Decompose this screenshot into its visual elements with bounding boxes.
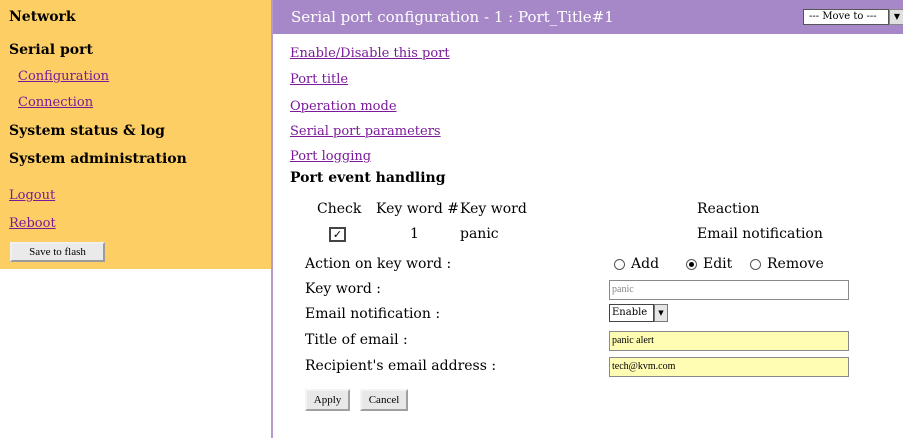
radio-add-label: Add xyxy=(631,256,660,272)
radio-add[interactable]: Add xyxy=(614,256,659,272)
operation-mode-link[interactable]: Operation mode xyxy=(290,99,397,114)
radio-add-icon[interactable] xyxy=(614,258,625,270)
move-to-select[interactable]: --- Move to --- xyxy=(803,9,889,25)
email-notification-label: Email notification : xyxy=(305,306,441,322)
column-header-key-number: Key word # xyxy=(376,201,459,217)
header-bar: Serial port configuration - 1 : Port_Tit… xyxy=(273,0,903,34)
panel-divider xyxy=(271,0,273,438)
nav-system-status[interactable]: System status & log xyxy=(9,123,165,139)
nav-system-administration[interactable]: System administration xyxy=(9,151,187,167)
chevron-down-icon[interactable]: ▼ xyxy=(654,304,668,322)
chevron-down-icon[interactable]: ▼ xyxy=(889,9,903,25)
radio-edit-label: Edit xyxy=(703,256,733,272)
serial-port-parameters-link[interactable]: Serial port parameters xyxy=(290,124,441,139)
port-logging-link[interactable]: Port logging xyxy=(290,149,371,164)
sidebar: Network Serial port Configuration Connec… xyxy=(0,0,271,269)
keyword-input[interactable]: panic xyxy=(609,280,849,300)
cancel-button[interactable]: Cancel xyxy=(360,389,408,411)
save-to-flash-button[interactable]: Save to flash xyxy=(10,242,105,262)
radio-remove[interactable]: Remove xyxy=(750,256,824,272)
apply-button[interactable]: Apply xyxy=(305,389,350,411)
row-reaction: Email notification xyxy=(697,226,823,242)
email-title-input[interactable]: panic alert xyxy=(609,331,849,351)
nav-network[interactable]: Network xyxy=(9,9,76,25)
logout-link[interactable]: Logout xyxy=(9,188,55,203)
action-label: Action on key word : xyxy=(305,256,452,272)
column-header-key-word: Key word xyxy=(460,201,527,217)
radio-edit-icon[interactable] xyxy=(686,258,697,270)
keyword-label: Key word : xyxy=(305,281,381,297)
row-key-number: 1 xyxy=(410,226,419,242)
enable-disable-port-link[interactable]: Enable/Disable this port xyxy=(290,46,450,61)
page-title: Serial port configuration - 1 : Port_Tit… xyxy=(291,8,614,26)
radio-remove-label: Remove xyxy=(767,256,824,272)
row-key-word: panic xyxy=(460,226,499,242)
column-header-check: Check xyxy=(317,201,362,217)
row-checkbox[interactable]: ✓ xyxy=(329,227,346,242)
recipient-label: Recipient's email address : xyxy=(305,358,497,374)
nav-serial-port[interactable]: Serial port xyxy=(9,42,93,58)
email-notification-select[interactable]: Enable xyxy=(609,304,654,322)
radio-remove-icon[interactable] xyxy=(750,258,761,270)
port-title-link[interactable]: Port title xyxy=(290,72,348,87)
email-title-label: Title of email : xyxy=(305,332,408,348)
nav-configuration-link[interactable]: Configuration xyxy=(18,69,109,84)
reboot-link[interactable]: Reboot xyxy=(9,216,56,231)
section-title: Port event handling xyxy=(290,170,446,186)
column-header-reaction: Reaction xyxy=(697,201,760,217)
recipient-email-input[interactable]: tech@kvm.com xyxy=(609,357,849,377)
nav-connection-link[interactable]: Connection xyxy=(18,95,93,110)
radio-edit[interactable]: Edit xyxy=(686,256,732,272)
